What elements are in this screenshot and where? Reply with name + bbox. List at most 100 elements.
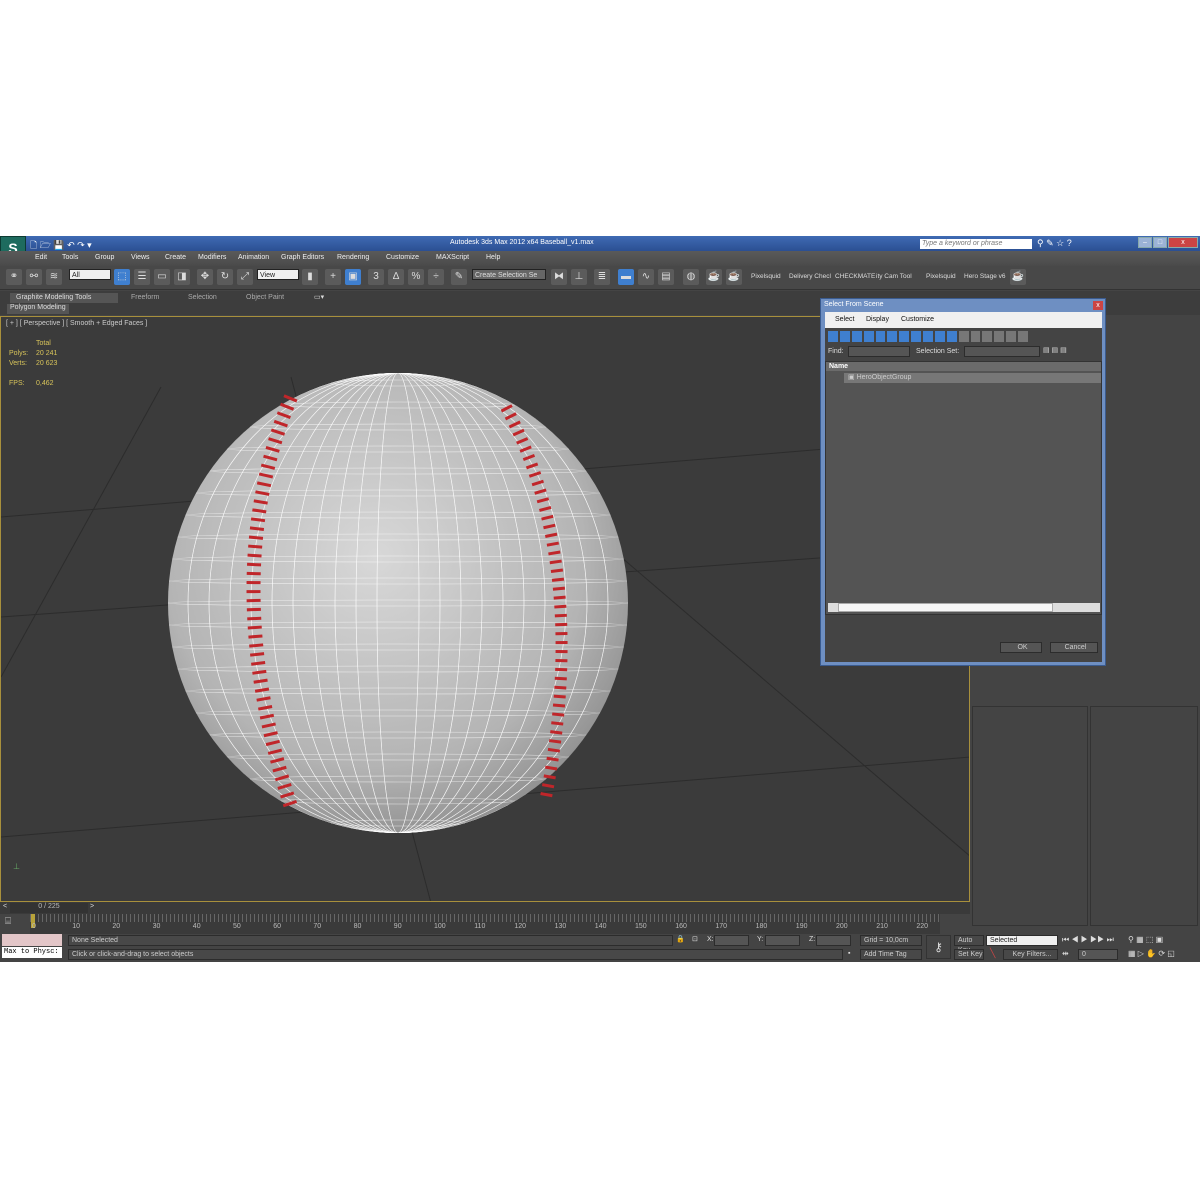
manipulate-icon[interactable]: +: [325, 269, 341, 285]
angle-snap-icon[interactable]: ∆: [388, 269, 404, 285]
display-filter-icon[interactable]: [1006, 331, 1016, 342]
baseball-model[interactable]: [167, 373, 629, 833]
layer-manager-icon[interactable]: ≣: [594, 269, 610, 285]
dialog-menu-customize[interactable]: Customize: [901, 316, 934, 323]
dialog-menu-display[interactable]: Display: [866, 316, 889, 323]
graphite-toggle-icon[interactable]: ▬: [618, 269, 634, 285]
maxscript-mini-listener[interactable]: Max to Physc:: [2, 947, 62, 958]
display-filter-icon[interactable]: [934, 331, 945, 342]
scrollbar-thumb[interactable]: [838, 603, 1053, 612]
tab-object-paint[interactable]: Object Paint: [240, 293, 290, 303]
time-slider[interactable]: < 0 / 225 >: [0, 902, 970, 914]
dialog-close-button[interactable]: x: [1093, 301, 1103, 310]
plugin-delivery-check[interactable]: Delivery Checl: [789, 273, 831, 280]
named-selection-set-dropdown[interactable]: Create Selection Se: [472, 269, 546, 280]
render-setup-icon[interactable]: ☕: [706, 269, 722, 285]
bind-spacewarp-icon[interactable]: ≋: [46, 269, 62, 285]
menu-help[interactable]: Help: [486, 254, 500, 261]
selection-set-icons[interactable]: ▤ ▤ ▤: [1043, 346, 1067, 354]
display-filter-icon[interactable]: [958, 331, 969, 342]
menu-group[interactable]: Group: [95, 254, 114, 261]
menu-modifiers[interactable]: Modifiers: [198, 254, 226, 261]
menu-customize[interactable]: Customize: [386, 254, 419, 261]
snaps-icon[interactable]: 3: [368, 269, 384, 285]
display-filter-icon[interactable]: [887, 331, 898, 342]
menu-edit[interactable]: Edit: [35, 254, 47, 261]
time-tag-icon[interactable]: ▪: [848, 950, 850, 957]
key-filters-button[interactable]: Key Filters...: [1003, 949, 1058, 960]
z-coordinate-field[interactable]: [816, 935, 851, 946]
horizontal-scrollbar[interactable]: [828, 603, 1100, 612]
schematic-view-icon[interactable]: ▤: [658, 269, 674, 285]
panel-polygon-modeling[interactable]: Polygon Modeling: [7, 304, 69, 314]
menu-views[interactable]: Views: [131, 254, 150, 261]
display-filter-icon[interactable]: [982, 331, 993, 342]
scale-icon[interactable]: ⤢: [237, 269, 253, 285]
time-prev-button[interactable]: <: [3, 903, 7, 910]
plugin-checkmate[interactable]: CHECKMATE: [835, 273, 875, 280]
menu-animation[interactable]: Animation: [238, 254, 269, 261]
display-filter-icon[interactable]: [875, 331, 886, 342]
display-filter-icon[interactable]: [911, 331, 921, 342]
cancel-button[interactable]: Cancel: [1050, 642, 1098, 653]
tab-graphite-modeling-tools[interactable]: Graphite Modeling Tools: [10, 293, 118, 303]
display-filter-icon[interactable]: [1018, 331, 1028, 342]
display-filter-icon[interactable]: [994, 331, 1005, 342]
minimize-button[interactable]: –: [1138, 237, 1152, 248]
pivot-icon[interactable]: ▮: [302, 269, 318, 285]
close-button[interactable]: x: [1168, 237, 1198, 248]
maxscript-listener-pink[interactable]: [2, 934, 62, 946]
menu-tools[interactable]: Tools: [62, 254, 78, 261]
keyboard-shortcut-icon[interactable]: ▣: [345, 269, 361, 285]
key-mode-dropdown[interactable]: Selected: [986, 935, 1058, 946]
tab-freeform[interactable]: Freeform: [125, 293, 165, 303]
key-mode-icon[interactable]: ⇹: [1062, 949, 1069, 958]
playback-controls[interactable]: ⏮ ◀ ▶ ▶▶ ⏭: [1062, 935, 1114, 945]
curve-editor-icon[interactable]: ∿: [638, 269, 654, 285]
mini-curve-editor-icon[interactable]: ⌸: [5, 916, 11, 927]
x-coordinate-field[interactable]: [714, 935, 749, 946]
window-crossing-icon[interactable]: ◨: [174, 269, 190, 285]
select-by-name-icon[interactable]: ☰: [134, 269, 150, 285]
add-time-tag-button[interactable]: Add Time Tag: [860, 949, 922, 960]
find-input[interactable]: [848, 346, 910, 357]
menu-graph-editors[interactable]: Graph Editors: [281, 254, 324, 261]
time-slider-thumb[interactable]: 0 / 225: [10, 903, 88, 913]
reference-coord-dropdown[interactable]: View: [257, 269, 299, 280]
time-next-button[interactable]: >: [90, 903, 94, 910]
move-icon[interactable]: ✥: [197, 269, 213, 285]
material-editor-icon[interactable]: ◍: [683, 269, 699, 285]
maximize-button[interactable]: □: [1153, 237, 1167, 248]
link-icon[interactable]: ⚭: [6, 269, 22, 285]
selection-set-dropdown[interactable]: [964, 346, 1040, 357]
menu-create[interactable]: Create: [165, 254, 186, 261]
teapot-icon[interactable]: ☕: [1010, 269, 1026, 285]
rect-selection-icon[interactable]: ▭: [154, 269, 170, 285]
viewport-navigation-icons-2[interactable]: ▦ ▷ ✋ ⟳ ◱: [1128, 949, 1175, 958]
render-icon[interactable]: ☕: [726, 269, 742, 285]
y-coordinate-field[interactable]: [765, 935, 800, 946]
set-key-button[interactable]: Set Key: [954, 949, 984, 960]
percent-snap-icon[interactable]: %: [408, 269, 424, 285]
ok-button[interactable]: OK: [1000, 642, 1042, 653]
plugin-pixelsquid[interactable]: Pixelsquid: [751, 273, 781, 280]
plugin-hero-stage[interactable]: Hero Stage v6: [964, 273, 1006, 280]
rotate-icon[interactable]: ↻: [217, 269, 233, 285]
menu-rendering[interactable]: Rendering: [337, 254, 369, 261]
plugin-pixelsquid-2[interactable]: Pixelsquid: [926, 273, 956, 280]
display-filter-icon[interactable]: [970, 331, 981, 342]
display-filter-icon[interactable]: [863, 331, 874, 342]
unlink-icon[interactable]: ⚯: [26, 269, 42, 285]
name-column-header[interactable]: Name: [826, 362, 1101, 371]
set-key-icon[interactable]: ⚷: [926, 935, 951, 959]
plugin-cam-tool[interactable]: ity Cam Tool: [876, 273, 912, 280]
track-bar[interactable]: 0 10 20 30 40 50 60 70 80 90 100 110 120 130 140 150 160…: [30, 914, 940, 934]
menu-maxscript[interactable]: MAXScript: [436, 254, 469, 261]
display-filter-icon[interactable]: [923, 331, 933, 342]
current-frame-field[interactable]: 0: [1078, 949, 1118, 960]
dialog-menu-select[interactable]: Select: [835, 316, 854, 323]
display-filter-icon[interactable]: [839, 331, 850, 342]
key-mode-toggle-icon[interactable]: ╲: [990, 948, 995, 959]
display-filter-icon[interactable]: [899, 331, 910, 342]
display-filter-icon[interactable]: [851, 331, 862, 342]
